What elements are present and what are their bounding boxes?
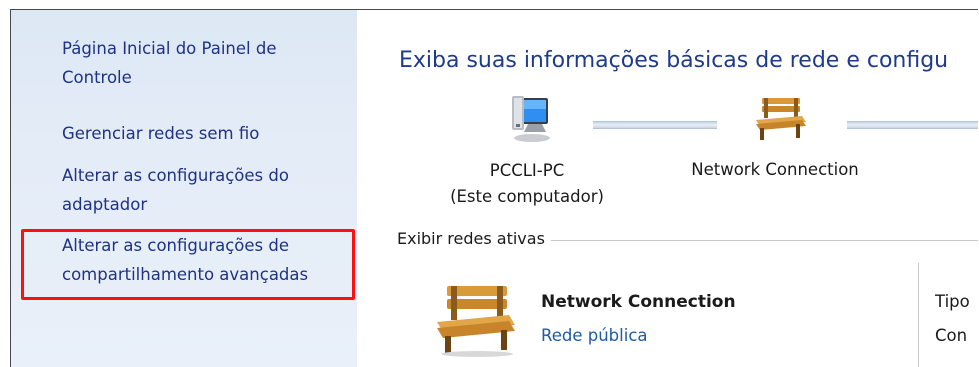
sidebar-link-adapter-settings[interactable]: Alterar as configurações do adaptador [62, 161, 342, 219]
sidebar-link-label: Gerenciar redes sem fio [62, 124, 260, 143]
sidebar-link-manage-wireless[interactable]: Gerenciar redes sem fio [62, 119, 342, 148]
sidebar-link-label: adaptador [62, 195, 148, 214]
connections-label: Con [935, 326, 968, 345]
active-networks-heading: Exibir redes ativas [397, 229, 551, 248]
page-title: Exiba suas informações básicas de rede e… [399, 48, 949, 73]
park-bench-icon[interactable] [752, 94, 808, 142]
computer-name: PCCLI-PC [489, 161, 565, 180]
network-link-line [593, 121, 717, 129]
sidebar-link-label: Alterar as configurações do [62, 166, 289, 185]
sidebar-link-control-panel-home[interactable]: Página Inicial do Painel de Controle [62, 34, 342, 92]
sidebar-link-label: Controle [62, 68, 132, 87]
computer-monitor-icon[interactable] [502, 94, 554, 146]
network-name-label: Network Connection [691, 160, 859, 179]
sidebar: Página Inicial do Painel de Controle Ger… [11, 10, 357, 367]
sidebar-link-label: compartilhamento avançadas [62, 265, 309, 284]
active-network-name: Network Connection [541, 292, 736, 312]
sidebar-link-label: Alterar as configurações de [62, 236, 289, 255]
park-bench-icon [433, 280, 519, 358]
computer-subtitle: (Este computador) [450, 187, 604, 206]
network-type-link[interactable]: Rede pública [541, 326, 648, 345]
window-frame: Página Inicial do Painel de Controle Ger… [10, 9, 978, 367]
main-content: Exiba suas informações básicas de rede e… [357, 10, 978, 367]
network-link-line [847, 121, 978, 129]
access-type-label: Tipo [935, 292, 970, 311]
sidebar-link-label: Página Inicial do Painel de [62, 39, 277, 58]
sidebar-link-advanced-sharing[interactable]: Alterar as configurações de compartilham… [62, 231, 342, 289]
column-divider [918, 263, 919, 367]
